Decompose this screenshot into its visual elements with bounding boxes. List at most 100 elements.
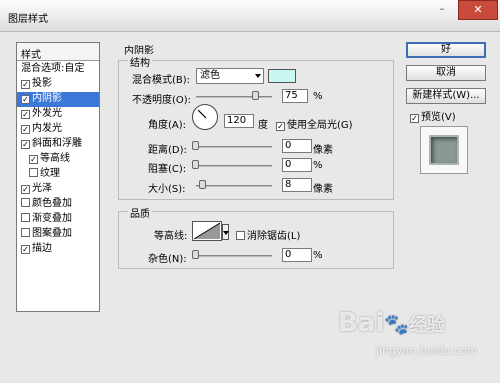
noise-unit: % xyxy=(313,250,323,261)
size-unit: 像素 xyxy=(313,184,333,195)
style-list: 样式 混合选项:自定 ✓ 投影 ✓ 内阴影 ✓ 外发光 ✓ 内发光 ✓ 斜面和浮雕 ✓ 等高… xyxy=(16,42,100,312)
global-light-checkbox[interactable]: ✓ 使用全局光(G) xyxy=(276,116,353,131)
style-item-contour[interactable]: ✓ 等高线 xyxy=(17,152,99,167)
contour-curve-icon xyxy=(193,222,221,240)
contour-picker[interactable] xyxy=(192,221,222,241)
angle-input[interactable]: 120 xyxy=(224,114,254,128)
title-bar: 图层样式 – ✕ xyxy=(0,0,500,32)
style-item-gradient-overlay[interactable]: 渐变叠加 xyxy=(17,212,99,227)
size-slider-track[interactable] xyxy=(196,185,272,187)
opacity-label: 不透明度(O): xyxy=(132,95,192,106)
angle-dial[interactable] xyxy=(192,104,218,130)
style-item-inner-shadow[interactable]: ✓ 内阴影 xyxy=(17,92,99,107)
choke-input[interactable]: 0 xyxy=(282,158,312,172)
anti-alias-checkbox[interactable]: 消除锯齿(L) xyxy=(236,227,300,242)
style-preview-thumbnail xyxy=(420,126,468,174)
style-item-texture[interactable]: 纹理 xyxy=(17,167,99,182)
style-item-label: 外发光 xyxy=(32,108,62,119)
distance-unit: 像素 xyxy=(313,145,333,156)
angle-label: 角度(A): xyxy=(148,120,187,131)
size-slider-thumb[interactable] xyxy=(199,180,206,189)
style-item-pattern-overlay[interactable]: 图案叠加 xyxy=(17,227,99,242)
watermark-url: jingyan.baidu.com xyxy=(376,344,478,357)
style-item-outer-glow[interactable]: ✓ 外发光 xyxy=(17,107,99,122)
style-item-satin[interactable]: ✓ 光泽 xyxy=(17,182,99,197)
style-checkbox[interactable]: ✓ xyxy=(21,140,30,149)
style-checkbox[interactable] xyxy=(21,198,30,207)
noise-label: 杂色(N): xyxy=(148,254,187,265)
style-item-bevel-emboss[interactable]: ✓ 斜面和浮雕 xyxy=(17,137,99,152)
new-style-button[interactable]: 新建样式(W)... xyxy=(406,88,486,104)
style-checkbox[interactable]: ✓ xyxy=(21,80,30,89)
style-preview-swatch xyxy=(429,135,459,165)
anti-alias-label: 消除锯齿(L) xyxy=(247,231,301,242)
noise-input[interactable]: 0 xyxy=(282,248,312,262)
style-item-label: 混合选项:自定 xyxy=(21,63,85,74)
style-item-stroke[interactable]: ✓ 描边 xyxy=(17,242,99,257)
blend-color-swatch[interactable] xyxy=(268,69,296,83)
style-item-label: 等高线 xyxy=(40,153,70,164)
opacity-slider-thumb[interactable] xyxy=(252,91,259,100)
noise-slider-thumb[interactable] xyxy=(192,250,199,259)
quality-legend: 品质 xyxy=(128,205,152,220)
preview-checkbox[interactable]: ✓ 预览(V) xyxy=(410,108,456,123)
distance-slider-thumb[interactable] xyxy=(192,141,199,150)
style-checkbox[interactable] xyxy=(29,168,38,177)
choke-label: 阻塞(C): xyxy=(148,164,187,175)
style-checkbox[interactable]: ✓ xyxy=(21,125,30,134)
distance-input[interactable]: 0 xyxy=(282,139,312,153)
ok-button[interactable]: 好 xyxy=(406,42,486,58)
global-light-check-icon: ✓ xyxy=(276,122,285,131)
style-item-drop-shadow[interactable]: ✓ 投影 xyxy=(17,77,99,92)
style-checkbox[interactable]: ✓ xyxy=(21,95,30,104)
style-item-color-overlay[interactable]: 颜色叠加 xyxy=(17,197,99,212)
choke-slider-track[interactable] xyxy=(196,165,272,167)
style-item-label: 颜色叠加 xyxy=(32,198,72,209)
style-item-inner-glow[interactable]: ✓ 内发光 xyxy=(17,122,99,137)
chevron-down-icon xyxy=(223,231,229,235)
opacity-input[interactable]: 75 xyxy=(282,89,308,103)
anti-alias-check-icon xyxy=(236,231,245,240)
style-item-label: 图案叠加 xyxy=(32,228,72,239)
size-input[interactable]: 8 xyxy=(282,178,312,192)
style-checkbox[interactable]: ✓ xyxy=(21,245,30,254)
preview-check-icon: ✓ xyxy=(410,114,419,123)
cancel-button[interactable]: 取消 xyxy=(406,65,486,81)
close-button[interactable]: ✕ xyxy=(458,0,498,20)
noise-slider-track[interactable] xyxy=(196,255,272,257)
style-item-label: 描边 xyxy=(32,243,52,254)
contour-label: 等高线: xyxy=(154,231,188,242)
blend-mode-label: 混合模式(B): xyxy=(132,75,191,86)
style-item-blend-options[interactable]: 混合选项:自定 xyxy=(17,62,99,77)
opacity-slider-track[interactable] xyxy=(196,96,272,98)
style-item-label: 投影 xyxy=(32,78,52,89)
style-checkbox[interactable] xyxy=(21,213,30,222)
distance-slider-track[interactable] xyxy=(196,146,272,148)
style-item-label: 内阴影 xyxy=(32,93,62,104)
style-checkbox[interactable]: ✓ xyxy=(21,110,30,119)
size-label: 大小(S): xyxy=(148,184,186,195)
angle-dial-needle-icon xyxy=(197,109,207,119)
choke-slider-thumb[interactable] xyxy=(192,160,199,169)
style-checkbox[interactable] xyxy=(21,228,30,237)
style-item-label: 渐变叠加 xyxy=(32,213,72,224)
distance-label: 距离(D): xyxy=(148,145,187,156)
blend-mode-select[interactable]: 滤色 xyxy=(196,68,264,84)
opacity-unit: % xyxy=(313,91,323,102)
style-list-header: 样式 xyxy=(17,43,99,61)
paw-icon: 🐾 xyxy=(384,312,410,336)
style-item-label: 光泽 xyxy=(32,183,52,194)
style-item-label: 斜面和浮雕 xyxy=(32,138,82,149)
window-title: 图层样式 xyxy=(8,14,48,25)
preview-label: 预览(V) xyxy=(421,112,456,123)
choke-unit: % xyxy=(313,160,323,171)
minimize-button[interactable]: – xyxy=(428,0,456,20)
watermark-brand-text: Bai xyxy=(338,308,385,338)
chevron-down-icon xyxy=(255,74,261,78)
style-checkbox[interactable]: ✓ xyxy=(29,155,38,164)
global-light-label: 使用全局光(G) xyxy=(287,120,353,131)
contour-dropdown-button[interactable] xyxy=(222,224,229,240)
watermark-brand: Bai🐾经验 xyxy=(338,308,445,338)
blend-mode-value: 滤色 xyxy=(200,70,220,81)
style-checkbox[interactable]: ✓ xyxy=(21,185,30,194)
